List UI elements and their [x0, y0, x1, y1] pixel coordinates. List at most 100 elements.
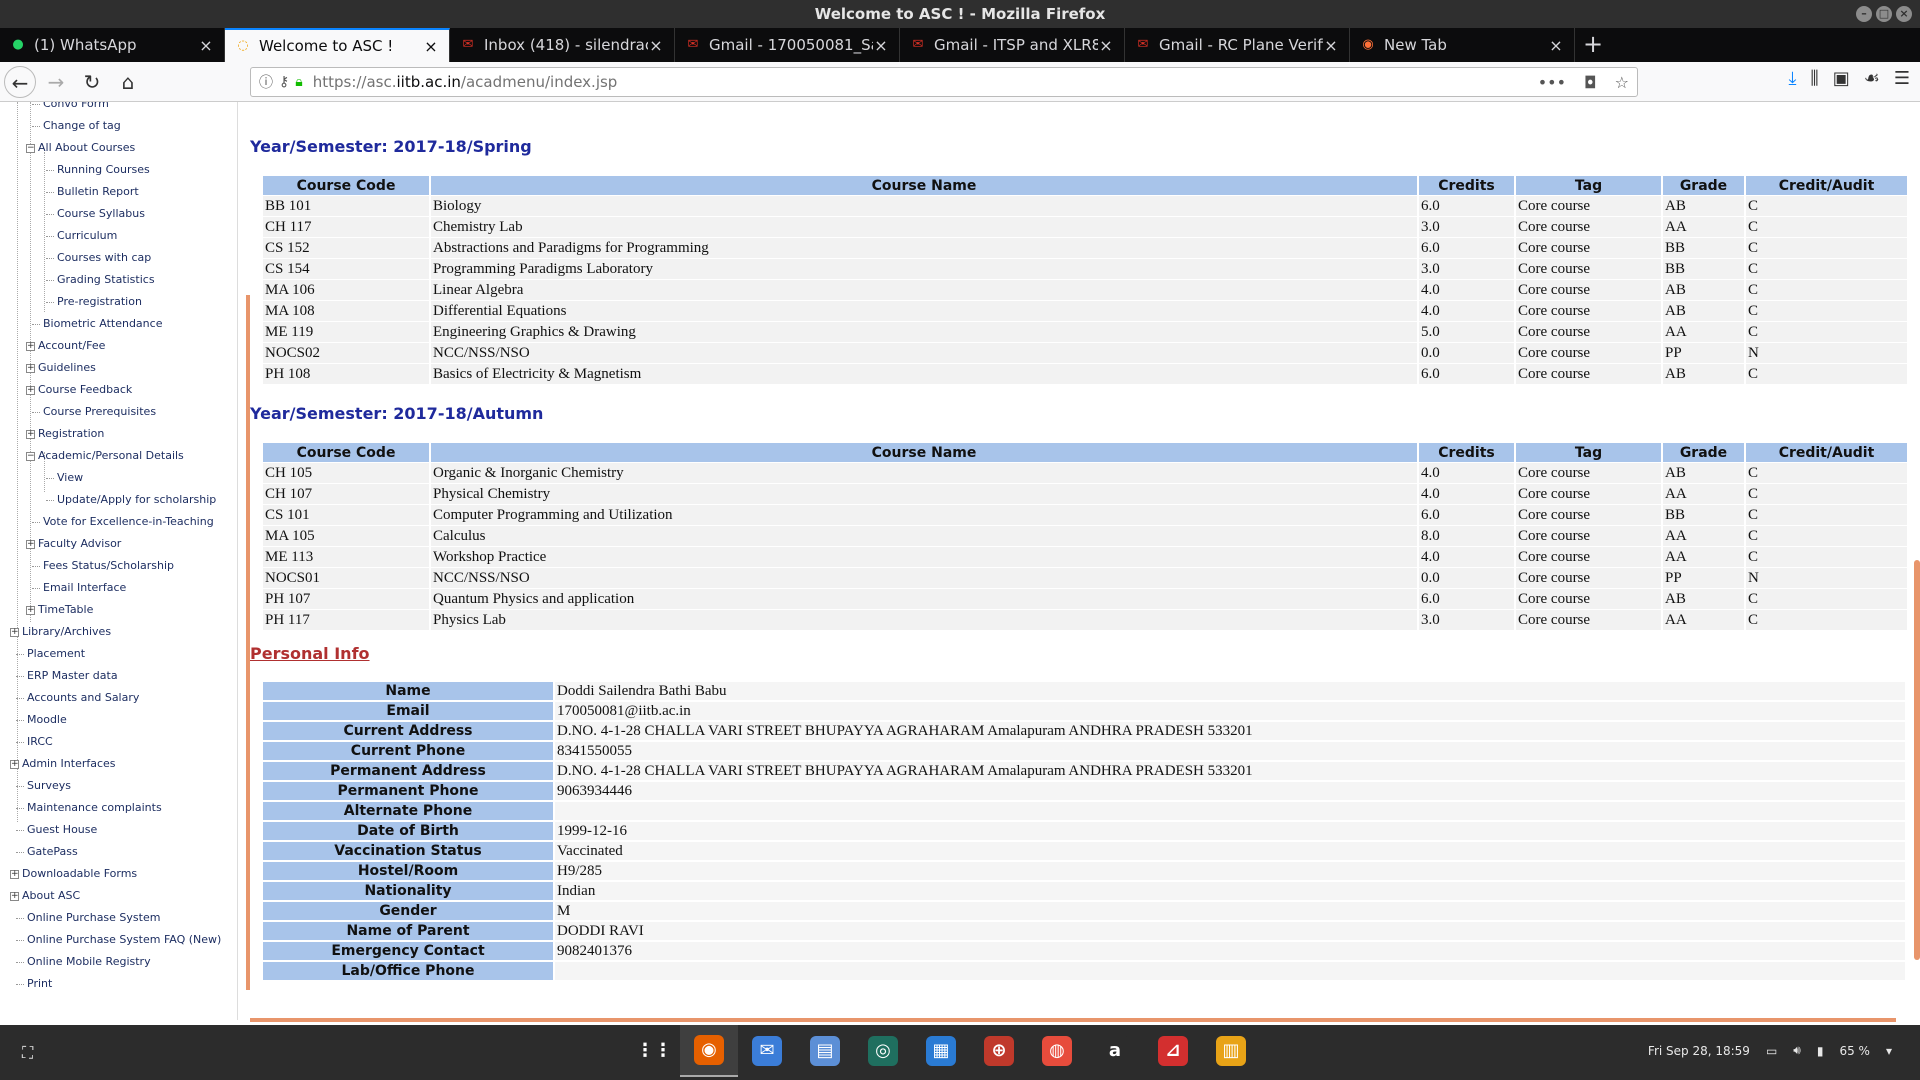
forward-button[interactable]: →	[40, 66, 72, 98]
sidebar-item-placement[interactable]: Placement	[16, 646, 85, 662]
tab-new-tab[interactable]: ◉ New Tab ×	[1350, 28, 1575, 62]
cell-credit-audit: C	[1746, 322, 1907, 342]
info-label: Current Address	[263, 722, 553, 740]
sidebar-item-faculty-advisor[interactable]: + Faculty Advisor	[26, 536, 121, 552]
sidebar-item-grading-statistics[interactable]: Grading Statistics	[46, 272, 155, 288]
maximize-button[interactable]: □	[1876, 6, 1892, 22]
cell-credits: 4.0	[1419, 463, 1514, 483]
sidebar-item-erp-master[interactable]: ERP Master data	[16, 668, 118, 684]
volume-icon[interactable]: 🔊︎	[1793, 1043, 1801, 1058]
sidebar-item-admin-interfaces[interactable]: + Admin Interfaces	[10, 756, 116, 772]
sidebar-item-mobile-registry[interactable]: Online Mobile Registry	[16, 954, 151, 970]
clock[interactable]: Fri Sep 28, 18:59	[1648, 1044, 1750, 1058]
sidebar-item-update-scholarship[interactable]: Update/Apply for scholarship	[46, 492, 216, 508]
sidebar-item-academic-personal-details[interactable]: − Academic/Personal Details	[26, 448, 184, 464]
close-tab-icon[interactable]: ×	[1323, 36, 1339, 55]
info-label: Name of Parent	[263, 922, 553, 940]
sidebar-toggle-icon[interactable]: ▣	[1833, 68, 1850, 89]
sidebar-item-about-asc[interactable]: + About ASC	[10, 888, 80, 904]
sidebar-item-guest-house[interactable]: Guest House	[16, 822, 97, 838]
dock-item[interactable]: a	[1086, 1025, 1144, 1077]
pocket-icon[interactable]: ◘	[1584, 73, 1597, 92]
screen-icon[interactable]: ▭	[1766, 1044, 1777, 1058]
download-icon[interactable]: ⤓	[1788, 68, 1796, 89]
sidebar-item-accounts-salary[interactable]: Accounts and Salary	[16, 690, 139, 706]
home-button[interactable]: ⌂	[112, 66, 144, 98]
dock-item[interactable]: ◎	[854, 1025, 912, 1077]
sidebar-item-vote-excellence[interactable]: Vote for Excellence-in-Teaching	[32, 514, 214, 530]
page-actions-icon[interactable]: •••	[1538, 73, 1566, 92]
tab-gmail-inbox[interactable]: ✉ Inbox (418) - silendraco@ ×	[450, 28, 675, 62]
dock-item[interactable]: ⋮⋮	[622, 1025, 680, 1077]
close-window-button[interactable]: ×	[1896, 6, 1912, 22]
dock-item[interactable]: ⊿	[1144, 1025, 1202, 1077]
personal-info-link[interactable]: Personal Info	[250, 644, 370, 663]
new-tab-button[interactable]: +	[1575, 28, 1611, 62]
close-tab-icon[interactable]: ×	[423, 37, 439, 56]
sidebar-item-change-of-tag[interactable]: Change of tag	[32, 118, 121, 134]
dock-item[interactable]: ◍	[1028, 1025, 1086, 1077]
expand-icon: +	[10, 868, 19, 879]
sidebar-item-view[interactable]: View	[46, 470, 83, 486]
tab-gmail-2[interactable]: ✉ Gmail - 170050081_Saile ×	[675, 28, 900, 62]
sidebar-item-online-purchase-faq[interactable]: Online Purchase System FAQ (New)	[16, 932, 221, 948]
sidebar-item-registration[interactable]: + Registration	[26, 426, 104, 442]
close-tab-icon[interactable]: ×	[1098, 36, 1114, 55]
close-tab-icon[interactable]: ×	[198, 36, 214, 55]
sidebar-item-maintenance[interactable]: Maintenance complaints	[16, 800, 162, 816]
sidebar-item-gatepass[interactable]: GatePass	[16, 844, 78, 860]
tab-gmail-4[interactable]: ✉ Gmail - RC Plane Verificat ×	[1125, 28, 1350, 62]
tab-whatsapp[interactable]: ● (1) WhatsApp ×	[0, 28, 225, 62]
dock-item[interactable]: ◉	[680, 1025, 738, 1077]
page-scrollbar[interactable]	[1914, 560, 1920, 960]
dock-item[interactable]: ▥	[1202, 1025, 1260, 1077]
battery-icon[interactable]: ▮	[1817, 1044, 1824, 1058]
cell-course-code: MA 108	[263, 301, 429, 321]
sidebar-item-pre-registration[interactable]: Pre-registration	[46, 294, 142, 310]
sidebar-item-fees-status[interactable]: Fees Status/Scholarship	[32, 558, 174, 574]
sidebar-item-running-courses[interactable]: Running Courses	[46, 162, 150, 178]
content-left-accent	[246, 295, 250, 990]
sidebar-item-bulletin-report[interactable]: Bulletin Report	[46, 184, 139, 200]
sidebar-item-course-syllabus[interactable]: Course Syllabus	[46, 206, 145, 222]
sidebar-item-print[interactable]: Print	[16, 976, 52, 992]
menu-icon[interactable]: ☰	[1894, 68, 1910, 89]
sidebar-item-ircc[interactable]: IRCC	[16, 734, 53, 750]
close-tab-icon[interactable]: ×	[648, 36, 664, 55]
sidebar-item-email-interface[interactable]: Email Interface	[32, 580, 126, 596]
sidebar-item-course-prerequisites[interactable]: Course Prerequisites	[32, 404, 156, 420]
close-tab-icon[interactable]: ×	[1548, 36, 1564, 55]
reload-button[interactable]: ↻	[76, 66, 108, 98]
dock-item[interactable]: ▦	[912, 1025, 970, 1077]
sidebar-item-all-about-courses[interactable]: − All About Courses	[26, 140, 135, 156]
tab-gmail-3[interactable]: ✉ Gmail - ITSP and XLR8 ve ×	[900, 28, 1125, 62]
sidebar-item-curriculum[interactable]: Curriculum	[46, 228, 117, 244]
sidebar-item-timetable[interactable]: + TimeTable	[26, 602, 93, 618]
sidebar-item-biometric-attendance[interactable]: Biometric Attendance	[32, 316, 162, 332]
bookmark-star-icon[interactable]: ☆	[1615, 73, 1629, 92]
sidebar-item-course-feedback[interactable]: + Course Feedback	[26, 382, 132, 398]
extension-icon[interactable]: ☙	[1864, 68, 1880, 89]
info-icon[interactable]: ⓘ	[259, 72, 273, 92]
sidebar-item-convo-form[interactable]: Convo Form	[32, 102, 109, 112]
dock-item[interactable]: ▤	[796, 1025, 854, 1077]
tray-menu-icon[interactable]: ▾	[1886, 1044, 1892, 1058]
sidebar-item-surveys[interactable]: Surveys	[16, 778, 71, 794]
back-button[interactable]: ←	[4, 65, 36, 98]
close-tab-icon[interactable]: ×	[873, 36, 889, 55]
sidebar-item-downloadable-forms[interactable]: + Downloadable Forms	[10, 866, 137, 882]
tab-welcome-asc[interactable]: ◌ Welcome to ASC ! ×	[225, 28, 450, 62]
sidebar-item-library[interactable]: + Library/Archives	[10, 624, 111, 640]
activities-icon[interactable]: ⛶	[22, 1043, 33, 1063]
sidebar-item-online-purchase[interactable]: Online Purchase System	[16, 910, 160, 926]
dock-item[interactable]: ⊕	[970, 1025, 1028, 1077]
cell-credits: 6.0	[1419, 505, 1514, 525]
sidebar-item-guidelines[interactable]: + Guidelines	[26, 360, 96, 376]
url-bar[interactable]: ⓘ ⚷ 🔒︎ https://asc. iitb.ac.in/acadmenu/i…	[250, 67, 1638, 97]
minimize-button[interactable]: –	[1856, 6, 1872, 22]
library-icon[interactable]: ⫼	[1810, 68, 1818, 89]
dock-item[interactable]: ✉	[738, 1025, 796, 1077]
sidebar-item-moodle[interactable]: Moodle	[16, 712, 67, 728]
sidebar-item-courses-with-cap[interactable]: Courses with cap	[46, 250, 151, 266]
sidebar-item-account-fee[interactable]: + Account/Fee	[26, 338, 105, 354]
